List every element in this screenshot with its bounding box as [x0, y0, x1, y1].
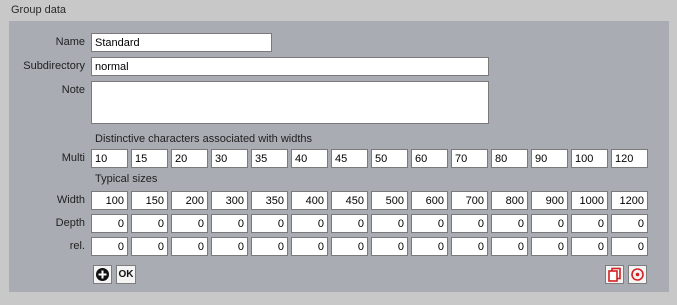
multi-label: Multi	[61, 152, 85, 164]
multi-cell[interactable]	[291, 149, 328, 168]
group-data-panel: Name Subdirectory Note Distinctive chara…	[9, 21, 669, 292]
typical-size-cell[interactable]	[171, 191, 208, 210]
multi-cell[interactable]	[171, 149, 208, 168]
typical-size-cell[interactable]	[451, 237, 488, 256]
typical-size-cell[interactable]	[411, 214, 448, 233]
multi-cell[interactable]	[451, 149, 488, 168]
subdirectory-label: Subdirectory	[23, 60, 85, 72]
name-input[interactable]	[91, 33, 272, 52]
ok-button[interactable]: OK	[116, 265, 136, 284]
add-button[interactable]	[93, 265, 112, 284]
typical-size-cell[interactable]	[251, 191, 288, 210]
typical-size-cell[interactable]	[411, 237, 448, 256]
typical-size-cell[interactable]	[131, 191, 168, 210]
typical-size-cell[interactable]	[571, 214, 608, 233]
group-title: Group data	[11, 4, 67, 16]
multi-cell[interactable]	[251, 149, 288, 168]
note-label: Note	[61, 84, 85, 96]
typical-size-cell[interactable]	[531, 214, 568, 233]
typical-size-cell[interactable]	[411, 191, 448, 210]
typical-size-cell[interactable]	[451, 191, 488, 210]
multi-cell[interactable]	[531, 149, 568, 168]
typical-size-cell[interactable]	[371, 214, 408, 233]
typical-size-cell[interactable]	[531, 237, 568, 256]
copy-icon	[608, 267, 621, 282]
typical-size-cell[interactable]	[571, 191, 608, 210]
typical-size-cell[interactable]	[251, 237, 288, 256]
typical-size-cell[interactable]	[211, 214, 248, 233]
typical-size-cell[interactable]	[211, 191, 248, 210]
typical-row-label: Depth	[55, 217, 85, 229]
multi-cell[interactable]	[131, 149, 168, 168]
typical-size-cell[interactable]	[331, 237, 368, 256]
name-label: Name	[55, 36, 85, 48]
typical-size-cell[interactable]	[91, 214, 128, 233]
typical-size-cell[interactable]	[331, 191, 368, 210]
typical-size-cell[interactable]	[491, 237, 528, 256]
typical-size-cell[interactable]	[571, 237, 608, 256]
typical-size-cell[interactable]	[611, 237, 648, 256]
typical-size-cell[interactable]	[291, 191, 328, 210]
multi-cell[interactable]	[411, 149, 448, 168]
typical-size-cell[interactable]	[611, 191, 648, 210]
typical-size-cell[interactable]	[371, 237, 408, 256]
typical-size-cell[interactable]	[251, 214, 288, 233]
typical-size-cell[interactable]	[211, 237, 248, 256]
typical-size-cell[interactable]	[131, 214, 168, 233]
typical-sizes-heading: Typical sizes	[95, 173, 158, 185]
typical-size-cell[interactable]	[291, 237, 328, 256]
typical-size-cell[interactable]	[171, 237, 208, 256]
typical-size-cell[interactable]	[491, 214, 528, 233]
typical-size-cell[interactable]	[91, 191, 128, 210]
typical-size-cell[interactable]	[371, 191, 408, 210]
target-icon	[631, 268, 644, 281]
multi-cell[interactable]	[211, 149, 248, 168]
typical-row-label: Width	[56, 194, 85, 206]
target-button[interactable]	[628, 265, 647, 284]
typical-size-cell[interactable]	[611, 214, 648, 233]
subdirectory-input[interactable]	[91, 57, 489, 76]
typical-size-cell[interactable]	[291, 214, 328, 233]
multi-cell[interactable]	[331, 149, 368, 168]
typical-size-cell[interactable]	[531, 191, 568, 210]
multi-cell[interactable]	[611, 149, 648, 168]
multi-cell[interactable]	[371, 149, 408, 168]
typical-size-cell[interactable]	[171, 214, 208, 233]
typical-size-cell[interactable]	[331, 214, 368, 233]
distinctive-heading: Distinctive characters associated with w…	[95, 133, 313, 145]
typical-size-cell[interactable]	[91, 237, 128, 256]
plus-circle-icon	[96, 268, 109, 281]
typical-size-cell[interactable]	[491, 191, 528, 210]
multi-cell[interactable]	[91, 149, 128, 168]
note-textarea[interactable]	[91, 81, 489, 124]
multi-cell[interactable]	[571, 149, 608, 168]
copy-button[interactable]	[605, 265, 624, 284]
typical-size-cell[interactable]	[451, 214, 488, 233]
multi-cell[interactable]	[491, 149, 528, 168]
typical-size-cell[interactable]	[131, 237, 168, 256]
typical-row-label: rel.	[69, 240, 85, 252]
